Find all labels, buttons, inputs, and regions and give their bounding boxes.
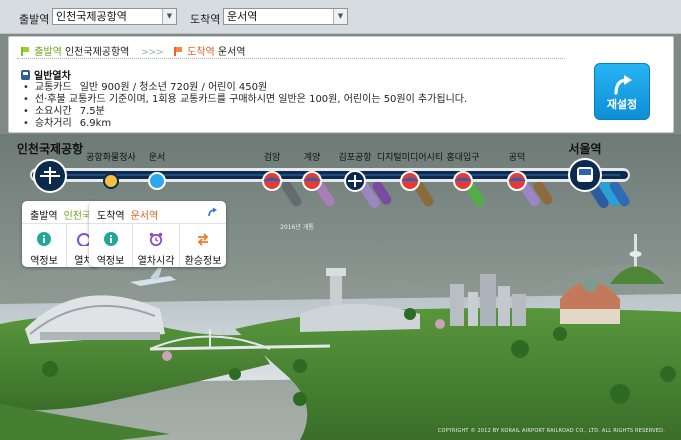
departure-select[interactable]: 인천국제공항역 ▼	[52, 8, 177, 25]
popup-title-label: 출발역	[30, 211, 58, 222]
chevron-down-icon[interactable]: ▼	[162, 9, 176, 24]
route-arrival-label: 도착역	[187, 47, 215, 58]
button-label: 열차시각	[137, 256, 175, 267]
fare-value: 7.5분	[79, 106, 105, 117]
arrival-select[interactable]: 운서역 ▼	[223, 8, 348, 25]
orange-flag-icon	[173, 47, 182, 56]
popup-title: 도착역 운서역	[97, 207, 158, 222]
fare-info-panel: 출발역 인천국제공항역 >>> 도착역 운서역 일반열차 교통카드 일반 900원…	[8, 36, 674, 133]
timetable-button[interactable]: 열차시각	[133, 224, 180, 267]
divider	[17, 58, 565, 59]
station-label: 디지털미디어시티	[376, 153, 444, 163]
station-label: 홍대입구	[446, 153, 480, 163]
alarm-clock-icon	[149, 232, 163, 246]
info-icon	[103, 232, 118, 246]
route-map-illustration	[0, 134, 681, 440]
button-label: 역정보	[30, 256, 58, 267]
train-type-text: 일반열차	[34, 71, 71, 82]
route-separator: >>>	[140, 47, 164, 58]
route-arrival-station: 운서역	[217, 47, 246, 58]
station-label: 김포공항	[338, 153, 372, 163]
redo-arrow-icon	[614, 75, 632, 95]
departure-select-value: 인천국제공항역	[56, 10, 127, 23]
train-icon	[21, 70, 30, 80]
close-icon[interactable]	[207, 207, 218, 218]
fare-value: 선·후불 교통카드 기준이며, 1회용 교통카드를 구매하시면 일반은 100원…	[34, 94, 468, 105]
station-marker[interactable]	[148, 172, 166, 190]
station-label: 계양	[303, 153, 321, 163]
fare-value: 일반 900원 / 청소년 720원 / 어린이 450원	[79, 82, 268, 93]
departure-label: 출발역	[19, 13, 50, 26]
route-map: 인천국제공항 공항화물청사 운서 검암 계양 김포공항 디지털미디어시티 홍대입…	[0, 134, 681, 440]
station-label: 운서	[148, 153, 166, 163]
station-label: 서울역	[568, 142, 602, 156]
station-info-button[interactable]: 역정보	[22, 224, 67, 267]
info-icon	[37, 232, 51, 246]
popup-title: 출발역 인천국	[30, 207, 91, 222]
green-flag-icon	[21, 47, 29, 56]
station-label: 검암	[263, 153, 281, 163]
station-label: 인천국제공항	[16, 142, 84, 156]
reset-button-label: 재설정	[606, 98, 638, 111]
station-label: 공덕	[508, 153, 526, 163]
list-item: 소요시간 7.5분	[23, 106, 467, 118]
popup-actions: 역정보 열차시각 환승정보	[89, 223, 226, 267]
arrival-label: 도착역	[190, 13, 221, 26]
copyright-text: COPYRIGHT © 2012 BY KORAIL AIRPORT RAILR…	[437, 428, 665, 434]
train-type-title: 일반열차	[21, 67, 71, 82]
fare-key: 소요시간	[34, 106, 72, 117]
station-marker[interactable]	[103, 173, 119, 189]
button-label: 역정보	[96, 256, 125, 267]
transfer-icon	[197, 233, 209, 246]
popup-station-name: 운서역	[130, 211, 159, 222]
route-selector-bar: 출발역 인천국제공항역 ▼ 도착역 운서역 ▼	[0, 0, 681, 34]
arrival-station-popup: 도착역 운서역 역정보 열차시각 환승정보	[89, 201, 226, 267]
fare-list: 교통카드 일반 900원 / 청소년 720원 / 어린이 450원 선·후불 교…	[23, 82, 467, 130]
arrival-select-value: 운서역	[227, 10, 258, 23]
list-item: 선·후불 교통카드 기준이며, 1회용 교통카드를 구매하시면 일반은 100원…	[23, 94, 467, 106]
popup-station-name: 인천국	[63, 211, 92, 222]
station-info-button[interactable]: 역정보	[89, 224, 133, 267]
list-item: 승차거리 6.9km	[23, 118, 467, 130]
fare-key: 승차거리	[34, 118, 72, 129]
transfer-info-button[interactable]: 환승정보	[180, 224, 226, 267]
fare-value: 6.9km	[79, 118, 112, 129]
station-note: 2016년 개통	[280, 224, 314, 231]
chevron-down-icon[interactable]: ▼	[333, 9, 347, 24]
station-label: 공항화물청사	[86, 153, 136, 163]
route-summary: 출발역 인천국제공항역 >>> 도착역 운서역	[21, 43, 246, 58]
popup-title-label: 도착역	[97, 211, 125, 222]
reset-button[interactable]: 재설정	[594, 63, 650, 120]
fare-key: 교통카드	[34, 82, 72, 93]
route-departure-label: 출발역	[34, 47, 62, 58]
list-item: 교통카드 일반 900원 / 청소년 720원 / 어린이 450원	[23, 82, 467, 94]
button-label: 환승정보	[184, 256, 222, 267]
route-departure-station: 인천국제공항역	[64, 47, 130, 58]
